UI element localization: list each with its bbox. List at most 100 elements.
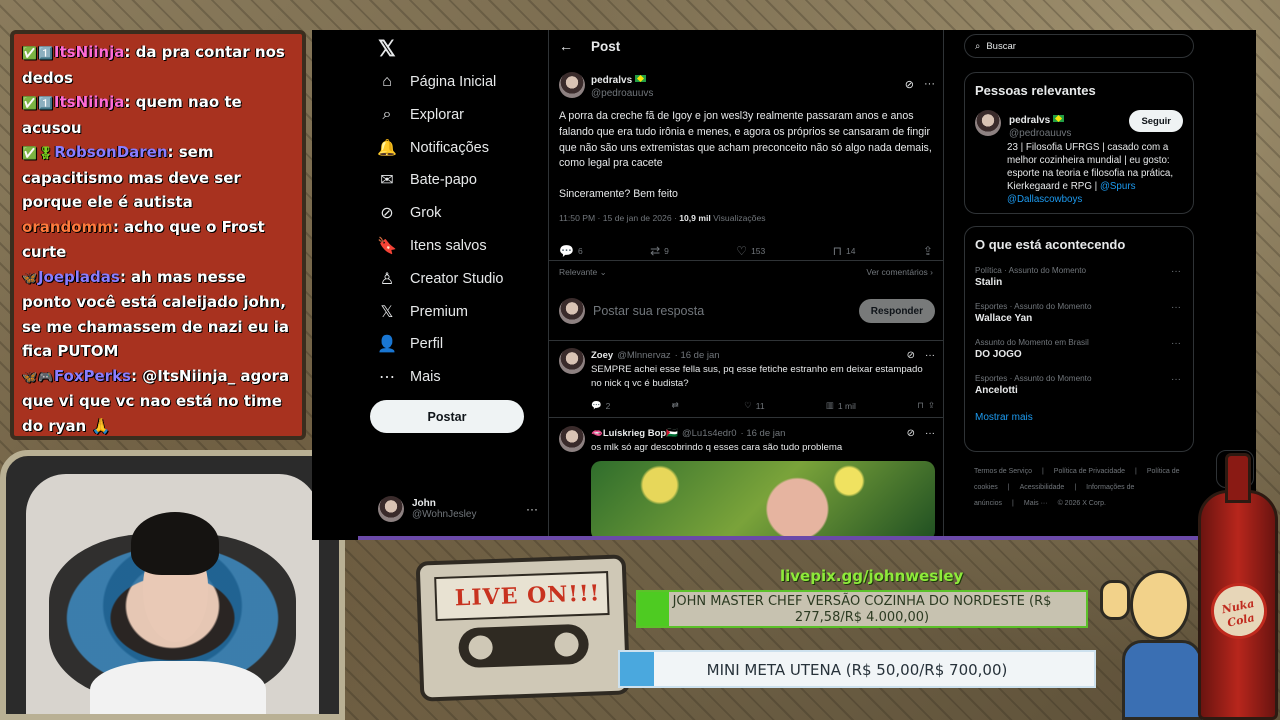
- trend-item[interactable]: Esportes · Assunto do Momento Ancelotti ··…: [975, 374, 1183, 396]
- tweet-actions: 💬 6 ⇄ 9 ♡ 153 ⊓ 14 ⇪: [559, 244, 933, 258]
- more-options-icon[interactable]: ···: [526, 502, 538, 516]
- bookmark-action[interactable]: ⊓ ⇪: [917, 400, 935, 411]
- nav-item-label: Mais: [410, 369, 441, 386]
- reply-author-name[interactable]: 🫦Luískrieg Bop🇵🇸: [591, 428, 678, 439]
- left-nav: 𝕏 ⌂ Página Inicial ⌕ Explorar 🔔 Notificações ✉…: [370, 30, 550, 540]
- share-action[interactable]: ⇪: [923, 244, 933, 258]
- tweet-text: A porra da creche fã de Igoy e jon wesl3…: [559, 109, 935, 203]
- footer-link: |: [1074, 484, 1077, 491]
- nav-item-perfil[interactable]: 👤 Perfil: [377, 330, 443, 358]
- like-action[interactable]: ♡ 153: [736, 244, 765, 258]
- reply-author-name[interactable]: Zoey: [591, 350, 613, 361]
- bio-link[interactable]: @Dallascowboys: [1007, 194, 1082, 205]
- more-options-icon[interactable]: ···: [1171, 266, 1181, 277]
- bio-link[interactable]: @Spurs: [1100, 181, 1136, 192]
- heart-icon: ♡: [744, 400, 752, 410]
- nav-item-página-inicial[interactable]: ⌂ Página Inicial: [378, 68, 496, 96]
- person-name[interactable]: pedralvs: [1009, 115, 1050, 126]
- reply-action[interactable]: 💬 6: [559, 244, 583, 258]
- search-icon: ⌕: [382, 105, 392, 123]
- reply-media-image[interactable]: [591, 460, 935, 540]
- nav-item-explorar[interactable]: ⌕ Explorar: [378, 101, 464, 129]
- nav-item-bate-papo[interactable]: ✉ Bate-papo: [378, 166, 477, 194]
- share-icon: ⇪: [922, 244, 933, 258]
- bookmark-count: 14: [846, 246, 856, 256]
- nav-item-mais[interactable]: ⋯ Mais: [378, 363, 441, 391]
- show-more-link[interactable]: Mostrar mais: [975, 412, 1183, 423]
- x-logo-icon[interactable]: 𝕏: [378, 36, 404, 62]
- relevant-person[interactable]: pedralvs @pedroauuvs Seguir: [975, 110, 1183, 139]
- grok-icon[interactable]: ⊘: [907, 428, 915, 439]
- reply-author-handle[interactable]: @Mlnnervaz: [617, 350, 670, 361]
- like-action[interactable]: ♡ 11: [744, 400, 764, 411]
- nav-item-grok[interactable]: ⊘ Grok: [378, 199, 441, 227]
- reply-button[interactable]: Responder: [858, 299, 935, 323]
- search-icon: ⌕: [975, 40, 981, 52]
- avatar[interactable]: [559, 426, 585, 452]
- person-handle[interactable]: @pedroauuvs: [1009, 128, 1071, 139]
- account-handle: @WohnJesley: [412, 509, 477, 520]
- footer-link[interactable]: Termos de Serviço: [974, 468, 1032, 475]
- trend-item[interactable]: Política · Assunto do Momento Stalin ···: [975, 266, 1183, 288]
- bottle-neck: [1225, 453, 1251, 503]
- reply-input[interactable]: Postar sua resposta: [593, 304, 704, 318]
- chat-badges: 🦋: [22, 270, 38, 285]
- relevant-people-title: Pessoas relevantes: [975, 83, 1096, 98]
- reply-tweet[interactable]: 🫦Luískrieg Bop🇵🇸 @Lu1s4edr0 · 16 de jan …: [559, 426, 935, 540]
- divider: [549, 340, 943, 341]
- share-icon[interactable]: ⇪: [928, 400, 935, 411]
- grok-icon[interactable]: ⊘: [905, 78, 914, 91]
- cassette-reels: [457, 623, 590, 669]
- footer-link[interactable]: Política de Privacidade: [1054, 468, 1125, 475]
- nav-item-notificações[interactable]: 🔔 Notificações: [377, 134, 489, 162]
- nav-item-label: Notificações: [410, 139, 489, 156]
- reply-icon: 💬: [559, 244, 574, 258]
- avatar[interactable]: [975, 110, 1001, 136]
- account-switcher[interactable]: John @WohnJesley ···: [378, 492, 538, 526]
- more-options-icon[interactable]: ···: [925, 350, 935, 361]
- trend-item[interactable]: Assunto do Momento em Brasil DO JOGO ···: [975, 338, 1183, 360]
- tweet-author-name[interactable]: pedralvs: [591, 75, 632, 86]
- trend-item[interactable]: Esportes · Assunto do Momento Wallace Yan…: [975, 302, 1183, 324]
- avatar[interactable]: [559, 71, 585, 98]
- back-arrow-icon[interactable]: ←: [559, 38, 573, 54]
- footer-link[interactable]: Acessibilidade: [1020, 484, 1065, 491]
- post-button[interactable]: Postar: [370, 400, 524, 433]
- footer-link[interactable]: Mais ···: [1024, 500, 1048, 507]
- more-options-icon[interactable]: ···: [1171, 374, 1181, 385]
- nav-item-itens-salvos[interactable]: 🔖 Itens salvos: [377, 232, 487, 260]
- streamer-hair: [131, 512, 220, 575]
- views-action[interactable]: ▥ 1 mil: [826, 400, 856, 411]
- more-options-icon[interactable]: ···: [924, 78, 935, 91]
- reply-author-handle[interactable]: @Lu1s4edr0: [682, 428, 737, 439]
- chat-username: ItsNiinja: [53, 93, 125, 111]
- follow-button[interactable]: Seguir: [1129, 110, 1183, 132]
- search-bar[interactable]: ⌕ Buscar: [964, 34, 1194, 58]
- tweet-timestamp[interactable]: 11:50 PM · 15 de jan de 2026 ·: [559, 213, 679, 223]
- tweet-author-handle[interactable]: @pedroauuvs: [591, 88, 653, 99]
- avatar: [559, 298, 585, 324]
- more-options-icon[interactable]: ···: [1171, 338, 1181, 349]
- more-options-icon[interactable]: ···: [1171, 302, 1181, 313]
- grok-icon[interactable]: ⊘: [907, 350, 915, 361]
- search-input[interactable]: Buscar: [986, 41, 1016, 52]
- repost-action[interactable]: ⇄: [672, 400, 683, 411]
- home-icon: ⌂: [382, 73, 392, 90]
- trend-name: Wallace Yan: [975, 313, 1033, 324]
- repost-action[interactable]: ⇄ 9: [650, 244, 669, 258]
- views-icon: ▥: [825, 400, 834, 410]
- more-options-icon[interactable]: ···: [925, 428, 935, 439]
- chevron-down-icon: ⌄: [597, 267, 607, 277]
- bookmark-action[interactable]: ⊓ 14: [833, 244, 856, 258]
- nav-item-creator-studio[interactable]: ♙ Creator Studio: [378, 265, 504, 293]
- nav-item-premium[interactable]: 𝕏 Premium: [378, 298, 468, 326]
- reply-tweet[interactable]: Zoey @Mlnnervaz · 16 de jan ⊘ ··· SEMPRE …: [559, 348, 935, 411]
- reply-action[interactable]: 💬 2: [591, 400, 610, 411]
- chat-username: RobsonDaren: [54, 143, 168, 161]
- avatar[interactable]: [559, 348, 585, 374]
- see-replies-link[interactable]: Ver comentários ›: [866, 267, 933, 278]
- chat-badges: ✅1️⃣: [22, 96, 54, 110]
- sort-dropdown[interactable]: Relevante ⌄: [559, 267, 607, 278]
- chat-message: ✅🎖RobsonDaren: sem capacitismo mas deve …: [22, 140, 294, 215]
- footer-link[interactable]: © 2026 X Corp.: [1058, 500, 1106, 507]
